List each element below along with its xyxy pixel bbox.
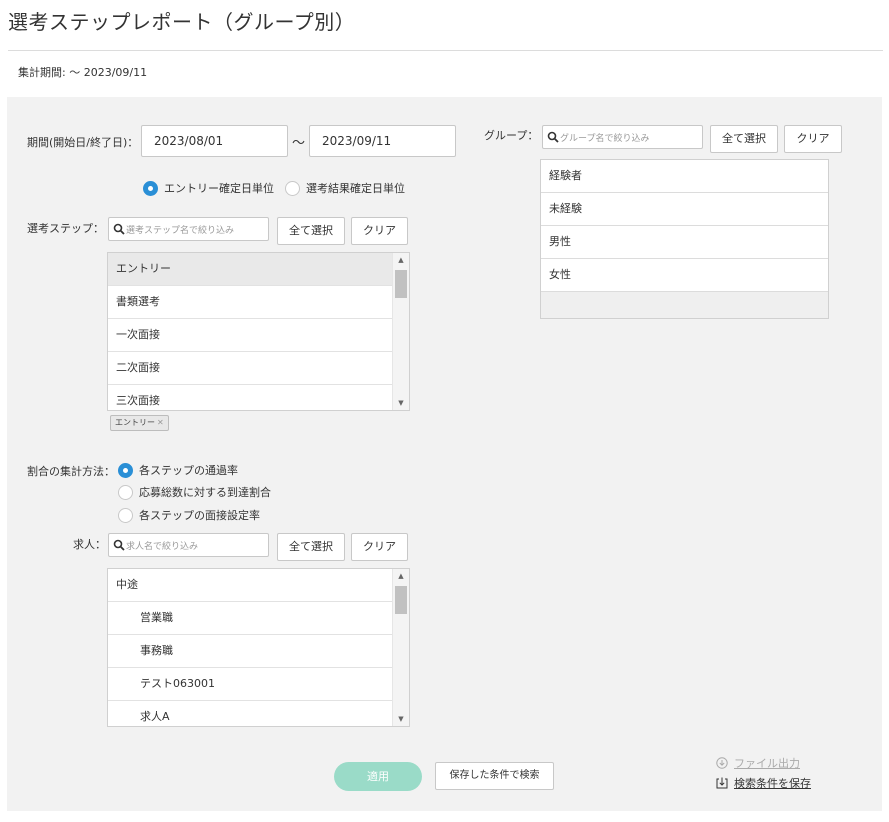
export-file-label: ファイル出力	[734, 757, 800, 770]
scroll-down-icon[interactable]: ▼	[393, 712, 409, 726]
list-item[interactable]: 書類選考	[108, 286, 392, 319]
apply-button[interactable]: 適用	[334, 762, 422, 791]
radio-label: 各ステップの通過率	[139, 464, 238, 477]
list-item[interactable]: 一次面接	[108, 319, 392, 352]
scrollbar-thumb[interactable]	[395, 586, 407, 614]
selected-step-tag[interactable]: エントリー ✕	[110, 415, 169, 431]
scroll-up-icon[interactable]: ▲	[393, 253, 409, 267]
radio-pass-rate[interactable]: 各ステップの通過率	[118, 462, 238, 478]
radio-interview-rate[interactable]: 各ステップの面接設定率	[118, 507, 260, 523]
group-search-input[interactable]: グループ名で絞り込み	[542, 125, 703, 149]
search-icon	[113, 223, 125, 235]
title-divider	[8, 50, 883, 51]
scrollbar[interactable]: ▲ ▼	[392, 569, 409, 726]
save-download-icon	[716, 777, 728, 789]
save-conditions-label: 検索条件を保存	[734, 777, 811, 790]
list-item[interactable]: 三次面接	[108, 385, 392, 410]
radio-reach-ratio[interactable]: 応募総数に対する到達割合	[118, 484, 271, 500]
jobs-clear-button[interactable]: クリア	[351, 533, 408, 561]
list-item[interactable]: 女性	[541, 259, 828, 292]
radio-indicator	[118, 507, 133, 523]
search-placeholder: 求人名で絞り込み	[126, 542, 199, 552]
radio-label: 各ステップの面接設定率	[139, 509, 260, 522]
list-item[interactable]: エントリー	[108, 253, 392, 286]
list-item[interactable]: 中途	[108, 569, 392, 602]
export-file-link[interactable]: ファイル出力	[716, 755, 800, 771]
jobs-label: 求人：	[73, 538, 106, 551]
steps-search-input[interactable]: 選考ステップ名で絞り込み	[108, 217, 269, 241]
steps-label: 選考ステップ：	[27, 222, 104, 235]
jobs-select-all-button[interactable]: 全て選択	[277, 533, 345, 561]
group-clear-button[interactable]: クリア	[784, 125, 842, 153]
page-title: 選考ステップレポート（グループ別）	[8, 10, 356, 34]
jobs-search-input[interactable]: 求人名で絞り込み	[108, 533, 269, 557]
jobs-listbox[interactable]: 中途 営業職 事務職 テスト063001 求人A ▲ ▼	[107, 568, 410, 727]
list-item[interactable]: テスト063001	[108, 668, 392, 701]
steps-select-all-button[interactable]: 全て選択	[277, 217, 345, 245]
save-conditions-link[interactable]: 検索条件を保存	[716, 775, 811, 791]
list-item[interactable]: 経験者	[541, 160, 828, 193]
radio-result-date-unit[interactable]: 選考結果確定日単位	[285, 180, 405, 196]
list-item[interactable]: 未経験	[541, 193, 828, 226]
list-item[interactable]: 事務職	[108, 635, 392, 668]
group-label: グループ：	[484, 129, 539, 142]
list-item[interactable]: 二次面接	[108, 352, 392, 385]
group-select-all-button[interactable]: 全て選択	[710, 125, 778, 153]
tag-label: エントリー	[115, 418, 155, 427]
scroll-down-icon[interactable]: ▼	[393, 396, 409, 410]
start-date-input[interactable]: 2023/08/01	[141, 125, 288, 157]
ratio-label: 割合の集計方法：	[27, 465, 115, 478]
tag-remove-icon[interactable]: ✕	[157, 418, 164, 427]
search-icon	[113, 539, 125, 551]
radio-entry-date-unit[interactable]: エントリー確定日単位	[143, 180, 274, 196]
list-item[interactable]: 男性	[541, 226, 828, 259]
list-item[interactable]: 営業職	[108, 602, 392, 635]
search-placeholder: 選考ステップ名で絞り込み	[126, 226, 235, 236]
scrollbar-thumb[interactable]	[395, 270, 407, 298]
search-saved-conditions-button[interactable]: 保存した条件で検索	[435, 762, 554, 790]
steps-clear-button[interactable]: クリア	[351, 217, 408, 245]
steps-listbox[interactable]: エントリー 書類選考 一次面接 二次面接 三次面接 ▲ ▼	[107, 252, 410, 411]
scroll-up-icon[interactable]: ▲	[393, 569, 409, 583]
period-label: 期間(開始日/終了日)：	[27, 136, 139, 149]
end-date-input[interactable]: 2023/09/11	[309, 125, 456, 157]
radio-selected-indicator	[143, 180, 158, 196]
group-listbox[interactable]: 経験者 未経験 男性 女性	[540, 159, 829, 319]
radio-label: 選考結果確定日単位	[306, 182, 405, 195]
search-icon	[547, 131, 559, 143]
radio-selected-indicator	[118, 462, 133, 478]
search-placeholder: グループ名で絞り込み	[560, 134, 650, 144]
radio-indicator	[285, 180, 300, 196]
list-item[interactable]: 求人A	[108, 701, 392, 726]
download-circle-icon	[716, 757, 728, 769]
scrollbar[interactable]: ▲ ▼	[392, 253, 409, 410]
radio-label: 応募総数に対する到達割合	[139, 486, 271, 499]
radio-indicator	[118, 484, 133, 500]
radio-label: エントリー確定日単位	[164, 182, 274, 195]
period-summary: 集計期間: 〜 2023/09/11	[18, 66, 148, 79]
date-separator: 〜	[292, 136, 306, 151]
